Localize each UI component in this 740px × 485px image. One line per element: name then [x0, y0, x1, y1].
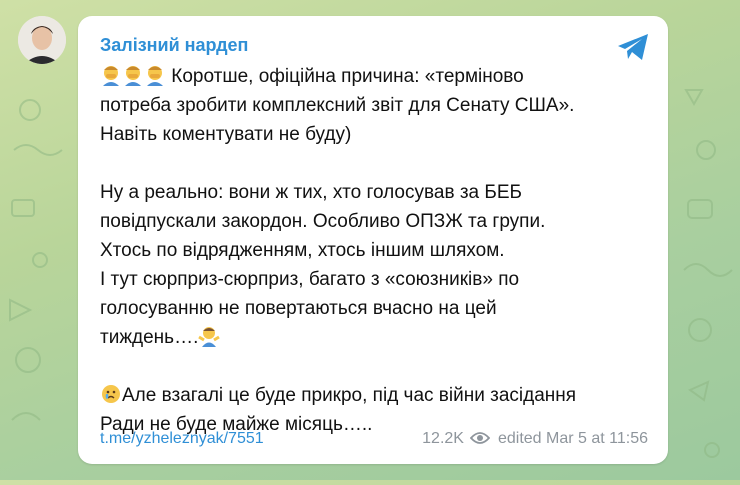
message-bubble: Залізний нардеп Коротше, офіційна причин… — [78, 16, 668, 464]
message-line: Але взагалі це буде прикро, під час війн… — [100, 381, 646, 410]
message-date: Mar 5 at 11:56 — [546, 430, 648, 447]
message-footer: t.me/yzheleznyak/7551 12.2K edited Mar 5… — [100, 428, 648, 450]
crying-face-emoji — [102, 385, 120, 403]
man-facepalming-emoji — [103, 66, 119, 86]
view-count: 12.2K — [422, 430, 464, 447]
message-line-text: Коротше, офіційна причина: «терміново — [166, 66, 524, 87]
message-line: Хтось по відрядженням, хтось іншим шляхо… — [100, 240, 505, 261]
message-line-text: тиждень…. — [100, 327, 199, 348]
message-line: потреба зробити комплексний звіт для Сен… — [100, 95, 575, 116]
message-line: Навіть коментувати не буду) — [100, 124, 352, 145]
post-link[interactable]: t.me/yzheleznyak/7551 — [100, 428, 264, 450]
message-line: І тут сюрприз-сюрприз, багато з «союзник… — [100, 269, 520, 290]
avatar-portrait — [18, 16, 66, 64]
man-facepalming-emoji — [125, 66, 141, 86]
message-line: голосуванню не повертаються вчасно на це… — [100, 298, 497, 319]
telegram-share-icon[interactable] — [616, 32, 650, 62]
man-shrugging-emoji — [198, 327, 221, 347]
message-line: Ну а реально: вони ж тих, хто голосував … — [100, 182, 522, 203]
man-facepalming-emoji — [147, 66, 163, 86]
eye-icon — [469, 432, 490, 444]
message-line-text: Але взагалі це буде прикро, під час війн… — [122, 385, 577, 406]
channel-avatar[interactable] — [18, 16, 66, 64]
message-line: повідпускали закордон. Особливо ОПЗЖ та … — [100, 211, 546, 232]
edited-label: edited — [497, 430, 542, 447]
message-line: тиждень…. — [100, 323, 646, 352]
message-text: Коротше, офіційна причина: «терміново по… — [100, 62, 646, 439]
message-line: Коротше, офіційна причина: «терміново — [100, 62, 646, 91]
message-meta: 12.2K edited Mar 5 at 11:56 — [422, 428, 648, 450]
channel-name[interactable]: Залізний нардеп — [100, 34, 646, 62]
